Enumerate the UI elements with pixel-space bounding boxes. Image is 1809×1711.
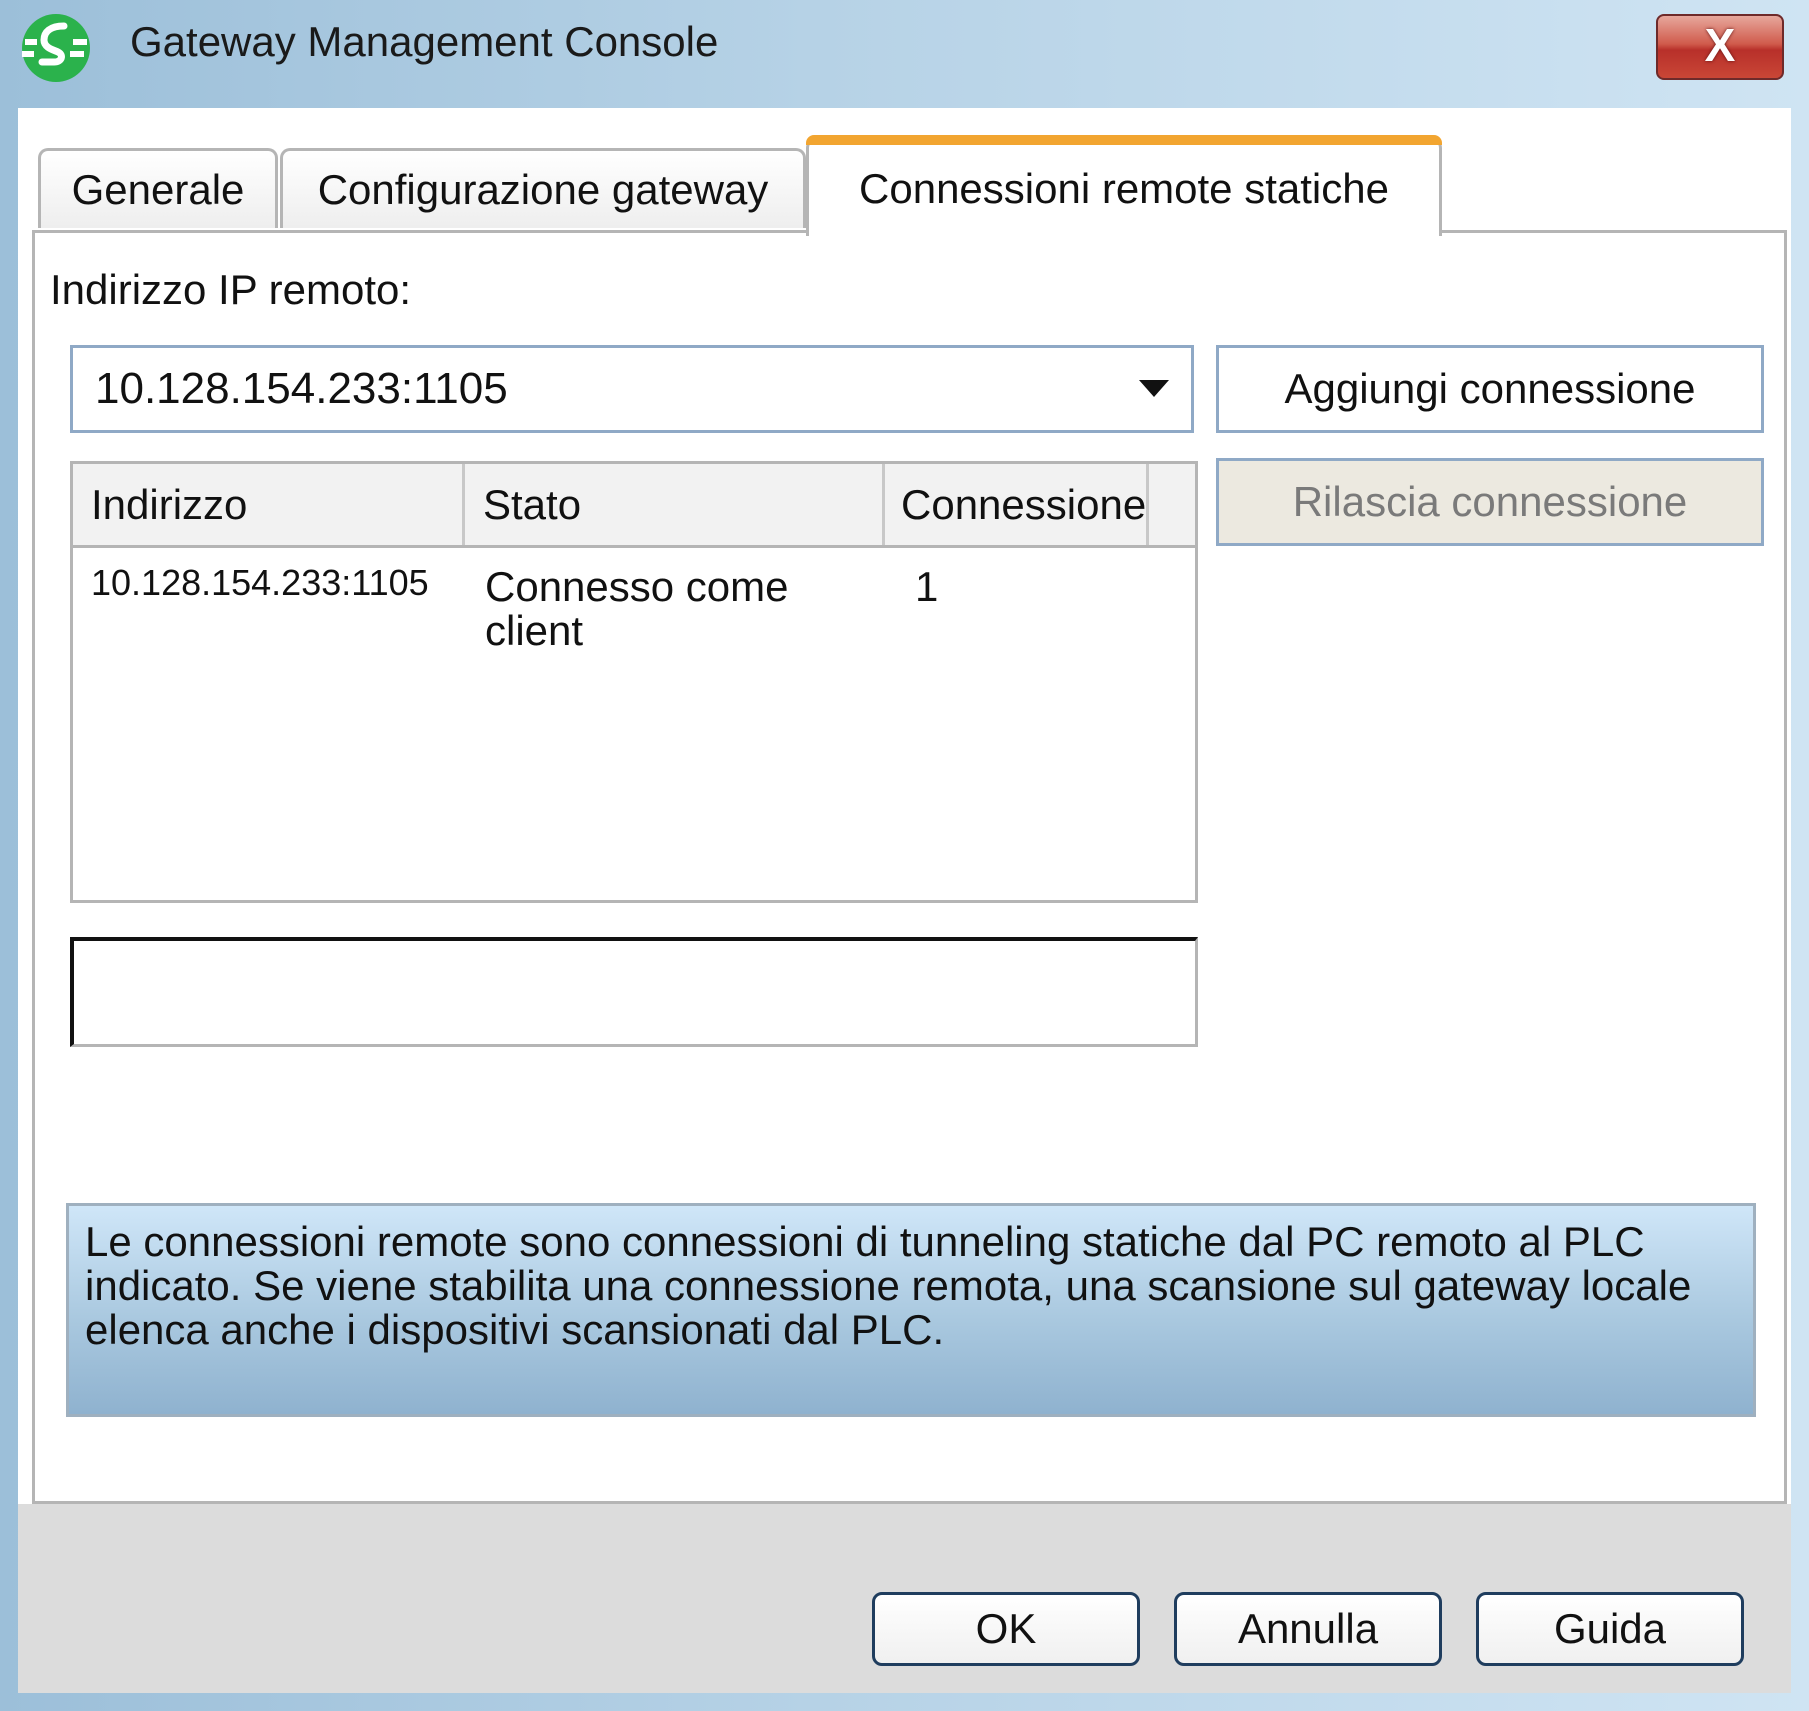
info-text: Le connessioni remote sono connessioni d…	[85, 1218, 1692, 1353]
gateway-management-window: Gateway Management Console X Generale Co…	[0, 0, 1809, 1711]
remote-ip-label: Indirizzo IP remoto:	[50, 266, 412, 313]
row-status-line1: Connesso come	[485, 563, 789, 610]
row-status-line2: client	[485, 607, 584, 654]
row-address: 10.128.154.233:1105	[91, 562, 429, 603]
ok-button[interactable]: OK	[872, 1592, 1140, 1666]
title-bar: Gateway Management Console X	[0, 0, 1809, 108]
tab-generale[interactable]: Generale	[38, 148, 278, 228]
add-connection-button[interactable]: Aggiungi connessione	[1216, 345, 1764, 433]
status-text-box[interactable]	[70, 937, 1198, 1047]
close-icon: X	[1704, 19, 1736, 71]
help-button[interactable]: Guida	[1476, 1592, 1744, 1666]
cancel-button[interactable]: Annulla	[1174, 1592, 1442, 1666]
tab-configurazione-gateway[interactable]: Configurazione gateway	[280, 148, 806, 228]
app-logo-icon	[22, 14, 90, 82]
release-connection-button[interactable]: Rilascia connessione	[1216, 458, 1764, 546]
close-button[interactable]: X	[1656, 14, 1784, 80]
info-panel: Le connessioni remote sono connessioni d…	[66, 1203, 1756, 1417]
remote-ip-combobox[interactable]: 10.128.154.233:1105	[70, 345, 1194, 433]
tab-connessioni-remote-statiche[interactable]: Connessioni remote statiche	[806, 135, 1442, 236]
column-header-connection[interactable]: Connessione	[885, 464, 1149, 545]
chevron-down-icon[interactable]	[1139, 380, 1169, 397]
remote-ip-value: 10.128.154.233:1105	[95, 364, 508, 413]
connections-table: Indirizzo Stato Connessione 10.128.154.2…	[70, 461, 1198, 903]
row-connection: 1	[915, 563, 939, 610]
window-title: Gateway Management Console	[130, 18, 719, 65]
column-header-status[interactable]: Stato	[465, 464, 885, 545]
table-header: Indirizzo Stato Connessione	[73, 464, 1195, 548]
column-header-address[interactable]: Indirizzo	[73, 464, 465, 545]
